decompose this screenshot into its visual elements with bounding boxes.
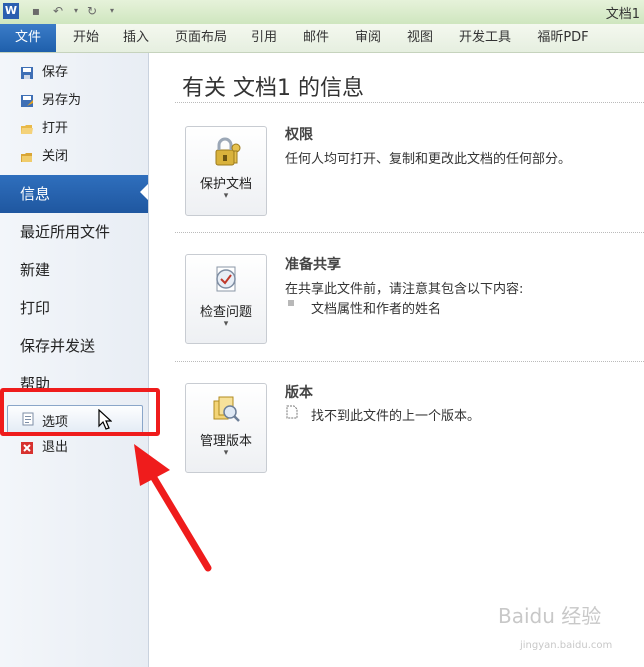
nav-save-send[interactable]: 保存并发送 [0,327,148,365]
tab-home[interactable]: 开始 [64,24,108,52]
exit-icon [21,442,33,454]
page-title: 有关 文档1 的信息 [182,76,364,101]
chevron-down-icon: ▾ [223,191,229,201]
nav-new[interactable]: 新建 [0,251,148,289]
tab-file[interactable]: 文件 [0,24,56,52]
nav-open-label: 打开 [42,121,69,136]
window-title: 文档1 [605,7,640,22]
nav-save-label: 保存 [42,65,69,80]
chevron-down-icon: ▾ [223,319,229,329]
watermark-logo: Baidu 经验 [498,604,602,628]
nav-print[interactable]: 打印 [0,289,148,327]
undo-dropdown-icon[interactable]: ▾ [68,3,84,19]
nav-close[interactable]: 关闭 [0,143,148,171]
nav-exit-label: 退出 [42,440,69,455]
inspect-document-icon [216,266,236,292]
watermark-url: jingyan.baidu.com [520,640,613,651]
active-tab-pointer [140,184,148,200]
versions-description: 找不到此文件的上一个版本。 [311,409,481,424]
customize-toolbar-icon[interactable]: ▾ [104,3,120,19]
tab-insert[interactable]: 插入 [116,24,156,52]
check-for-issues-button[interactable]: 检查问题 ▾ [185,254,267,344]
nav-print-label: 打印 [20,299,51,317]
divider [175,102,644,103]
tab-references[interactable]: 引用 [244,24,284,52]
tab-mailings[interactable]: 邮件 [296,24,336,52]
document-icon [286,405,298,419]
tab-review[interactable]: 审阅 [348,24,388,52]
tab-view[interactable]: 视图 [400,24,440,52]
manage-versions-icon [213,396,240,422]
tab-developer[interactable]: 开发工具 [452,24,518,52]
divider [175,361,644,362]
redo-icon[interactable]: ↻ [84,3,100,19]
undo-icon[interactable]: ↶ [50,3,66,19]
nav-info[interactable]: 信息 [0,175,148,213]
save-as-icon [21,95,33,107]
nav-info-label: 信息 [20,185,51,203]
open-folder-icon [21,125,33,134]
nav-recent[interactable]: 最近所用文件 [0,213,148,251]
permissions-heading: 权限 [285,127,313,143]
save-quick-icon[interactable]: ▪ [28,3,44,19]
tab-page-layout[interactable]: 页面布局 [168,24,234,52]
prepare-share-heading: 准备共享 [285,257,341,273]
nav-recent-label: 最近所用文件 [20,223,111,241]
word-logo-icon: W [3,3,19,19]
nav-save-as[interactable]: 另存为 [0,87,148,115]
nav-open[interactable]: 打开 [0,115,148,143]
annotation-arrow [134,444,212,572]
check-for-issues-label: 检查问题 [199,305,252,320]
nav-save[interactable]: 保存 [0,59,148,87]
bullet-icon [288,300,294,306]
permissions-description: 任何人均可打开、复制和更改此文档的任何部分。 [285,152,572,167]
divider [175,232,644,233]
prepare-share-item: 文档属性和作者的姓名 [311,302,442,317]
nav-new-label: 新建 [20,261,51,279]
lock-key-icon [215,137,241,166]
tab-foxit-pdf[interactable]: 福昕PDF [528,24,598,52]
nav-close-label: 关闭 [42,149,69,164]
protect-document-button[interactable]: 保护文档 ▾ [185,126,267,216]
versions-heading: 版本 [285,385,313,401]
prepare-share-description: 在共享此文件前，请注意其包含以下内容: [285,282,524,297]
highlight-box [0,388,160,436]
ribbon-tabs: 文件 开始 插入 页面布局 引用 邮件 审阅 视图 开发工具 福昕PDF [0,24,644,53]
nav-save-as-label: 另存为 [42,93,82,108]
nav-save-send-label: 保存并发送 [20,337,96,355]
title-bar: W ▪ ↶ ▾ ↻ ▾ 文档1 [0,0,644,25]
close-folder-icon [21,153,32,162]
save-icon [21,67,33,79]
protect-document-label: 保护文档 [199,177,252,192]
